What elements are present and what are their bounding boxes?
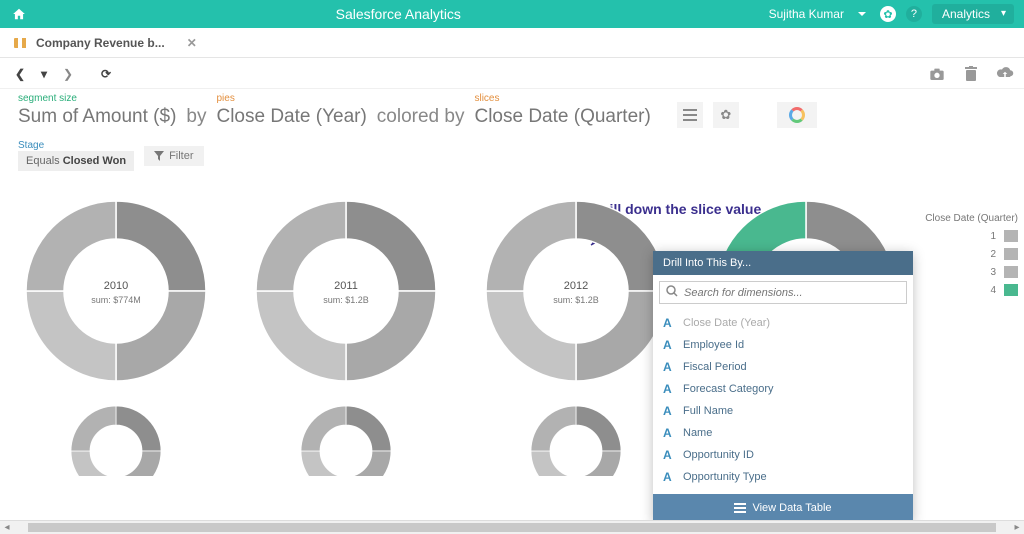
tab-label: Company Revenue b...	[36, 36, 165, 50]
dimension-type-icon: A	[663, 360, 675, 374]
drill-item-label: Fiscal Period	[683, 361, 747, 373]
drill-item[interactable]: A Opportunity Type	[659, 466, 907, 488]
dimension-type-icon: A	[663, 382, 675, 396]
chart-area: Drill down the slice value Close Date (Q…	[0, 201, 1024, 476]
pies-value[interactable]: Close Date (Year)	[216, 106, 366, 128]
legend-item[interactable]: 1	[918, 230, 1018, 242]
toolbar: ❮ ▾ ❯ ⟳	[0, 58, 1024, 89]
legend-swatch	[1004, 266, 1018, 278]
donut-2011[interactable]: 2011sum: $1.2B	[256, 201, 436, 386]
drill-item-label: Name	[683, 427, 712, 439]
camera-icon[interactable]	[928, 65, 946, 83]
pies-label: pies	[216, 93, 366, 104]
app-header: Salesforce Analytics Sujitha Kumar ✿ ? A…	[0, 0, 1024, 28]
help-icon[interactable]: ?	[906, 6, 922, 22]
scroll-right-arrow[interactable]: ▸	[1010, 520, 1024, 534]
home-icon[interactable]	[10, 5, 28, 23]
drill-search[interactable]	[659, 281, 907, 304]
drill-search-input[interactable]	[684, 287, 900, 299]
trash-icon[interactable]	[962, 65, 980, 83]
colored-by-connector: colored by	[377, 106, 465, 128]
dimension-type-icon: A	[663, 470, 675, 484]
legend-swatch	[1004, 248, 1018, 260]
donut-partial[interactable]	[486, 406, 666, 476]
chevron-down-icon[interactable]: ▾	[34, 64, 54, 84]
filter-button[interactable]: Filter	[144, 146, 203, 166]
drill-item-label: Opportunity ID	[683, 449, 754, 461]
table-view-button[interactable]	[677, 102, 703, 128]
tab-bar: Company Revenue b... ✕	[0, 28, 1024, 58]
donut-2012[interactable]: 2012sum: $1.2B	[486, 201, 666, 386]
settings-button[interactable]: ✿	[713, 102, 739, 128]
scroll-thumb[interactable]	[28, 523, 996, 532]
drill-item[interactable]: A Forecast Category	[659, 378, 907, 400]
color-ring-icon	[789, 107, 805, 123]
drill-popup-title: Drill Into This By...	[653, 251, 913, 275]
drill-item[interactable]: A Name	[659, 422, 907, 444]
drill-item-label: Full Name	[683, 405, 733, 417]
app-title: Salesforce Analytics	[28, 6, 769, 22]
legend-title: Close Date (Quarter)	[918, 213, 1018, 224]
filter-field-label: Stage	[18, 140, 134, 151]
legend-swatch	[1004, 284, 1018, 296]
donut-partial[interactable]	[256, 406, 436, 476]
scroll-track[interactable]	[14, 520, 1010, 534]
filter-button-label: Filter	[169, 150, 193, 162]
drill-item[interactable]: A Full Name	[659, 400, 907, 422]
donut-partial[interactable]	[26, 406, 206, 476]
user-name: Sujitha Kumar	[769, 7, 844, 21]
filter-value: Equals Closed Won	[18, 151, 134, 171]
dimension-type-icon: A	[663, 316, 675, 330]
legend-swatch	[1004, 230, 1018, 242]
dimension-type-icon: A	[663, 338, 675, 352]
segment-size-label: segment size	[18, 93, 176, 104]
query-breadcrumb: segment size Sum of Amount ($) by pies C…	[0, 89, 1024, 136]
scroll-left-arrow[interactable]: ◂	[0, 520, 14, 534]
by-connector: by	[186, 106, 206, 128]
app-selector-label: Analytics	[942, 7, 990, 21]
dimension-type-icon: A	[663, 404, 675, 418]
forward-button[interactable]: ❯	[58, 64, 78, 84]
drill-item-label: Close Date (Year)	[683, 317, 770, 329]
dimension-type-icon: A	[663, 426, 675, 440]
drill-dimension-list: AClose Date (Week)AClose Date (Year)AEmp…	[659, 308, 907, 488]
color-wheel-button[interactable]	[777, 102, 817, 128]
close-icon[interactable]: ✕	[187, 36, 197, 50]
refresh-button[interactable]: ⟳	[96, 64, 116, 84]
drill-item[interactable]: A Employee Id	[659, 334, 907, 356]
app-selector[interactable]: Analytics ▾	[932, 4, 1014, 24]
drill-item-label: Forecast Category	[683, 383, 773, 395]
drill-item-label: Employee Id	[683, 339, 744, 351]
filter-chip-stage[interactable]: Stage Equals Closed Won	[18, 140, 134, 171]
gear-icon[interactable]: ✿	[880, 6, 896, 22]
slices-label: slices	[474, 93, 650, 104]
cloud-upload-icon[interactable]	[996, 65, 1014, 83]
dimension-type-icon: A	[663, 448, 675, 462]
segment-size-value[interactable]: Sum of Amount ($)	[18, 106, 176, 128]
chevron-down-icon: ▾	[1001, 8, 1006, 19]
search-icon	[666, 285, 678, 300]
legend: Close Date (Quarter) 1 2 3 4	[918, 213, 1018, 302]
legend-item[interactable]: 4	[918, 284, 1018, 296]
user-chevron-icon[interactable]	[854, 6, 870, 22]
tab-lens[interactable]: Company Revenue b... ✕	[6, 36, 205, 50]
lens-icon	[14, 38, 30, 48]
drill-popup: Drill Into This By... AClose Date (Week)…	[653, 251, 913, 522]
slices-value[interactable]: Close Date (Quarter)	[474, 106, 650, 128]
filter-row: Stage Equals Closed Won Filter	[0, 136, 1024, 181]
legend-item[interactable]: 3	[918, 266, 1018, 278]
drill-item[interactable]: A Fiscal Period	[659, 356, 907, 378]
back-button[interactable]: ❮	[10, 64, 30, 84]
view-data-table-button[interactable]: View Data Table	[653, 494, 913, 522]
horizontal-scrollbar[interactable]: ◂ ▸	[0, 520, 1024, 534]
view-data-table-label: View Data Table	[752, 502, 831, 514]
drill-item[interactable]: A Close Date (Year)	[659, 312, 907, 334]
drill-item-label: Opportunity Type	[683, 471, 767, 483]
donut-2010[interactable]: 2010sum: $774M	[26, 201, 206, 386]
drill-item[interactable]: A Opportunity ID	[659, 444, 907, 466]
legend-item[interactable]: 2	[918, 248, 1018, 260]
